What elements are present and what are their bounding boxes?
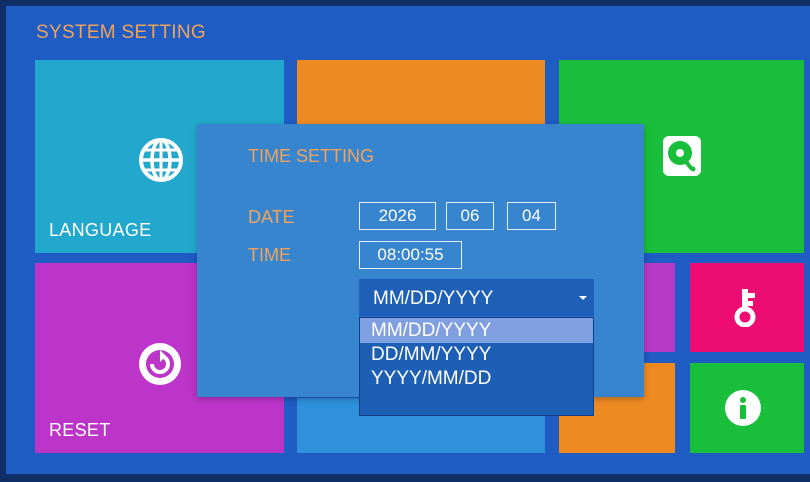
- reset-tile-label: RESET: [49, 420, 111, 440]
- frame-bottom: [0, 474, 810, 482]
- key-icon: [731, 287, 761, 327]
- dropdown-caret-icon: [579, 296, 587, 300]
- dialog-title: TIME SETTING: [248, 146, 374, 166]
- key-tile[interactable]: [690, 263, 804, 352]
- date-format-dropdown: MM/DD/YYYY DD/MM/YYYY YYYY/MM/DD: [359, 317, 594, 416]
- info-icon: [724, 389, 762, 427]
- frame-top: [0, 0, 810, 6]
- date-format-selected: MM/DD/YYYY: [373, 288, 494, 309]
- time-setting-dialog: TIME SETTING DATE 2026 06 04 TIME 08:00:…: [197, 124, 644, 416]
- format-option-dd-mm-yyyy[interactable]: DD/MM/YYYY: [360, 342, 593, 367]
- format-option-yyyy-mm-dd[interactable]: YYYY/MM/DD: [360, 366, 593, 391]
- reset-icon: [134, 338, 186, 390]
- info-tile[interactable]: [690, 363, 804, 453]
- time-field[interactable]: 08:00:55: [359, 241, 462, 269]
- date-label: DATE: [248, 207, 295, 227]
- date-format-select[interactable]: MM/DD/YYYY: [359, 279, 594, 317]
- language-tile-label: LANGUAGE: [49, 220, 152, 240]
- day-field[interactable]: 04: [507, 202, 556, 230]
- year-field[interactable]: 2026: [359, 202, 436, 230]
- time-label: TIME: [248, 245, 291, 265]
- month-field[interactable]: 06: [446, 202, 494, 230]
- frame-left: [0, 0, 6, 482]
- storage-icon: [661, 134, 703, 178]
- globe-icon: [135, 134, 187, 186]
- page-title: SYSTEM SETTING: [36, 22, 206, 43]
- format-option-mm-dd-yyyy[interactable]: MM/DD/YYYY: [360, 318, 593, 343]
